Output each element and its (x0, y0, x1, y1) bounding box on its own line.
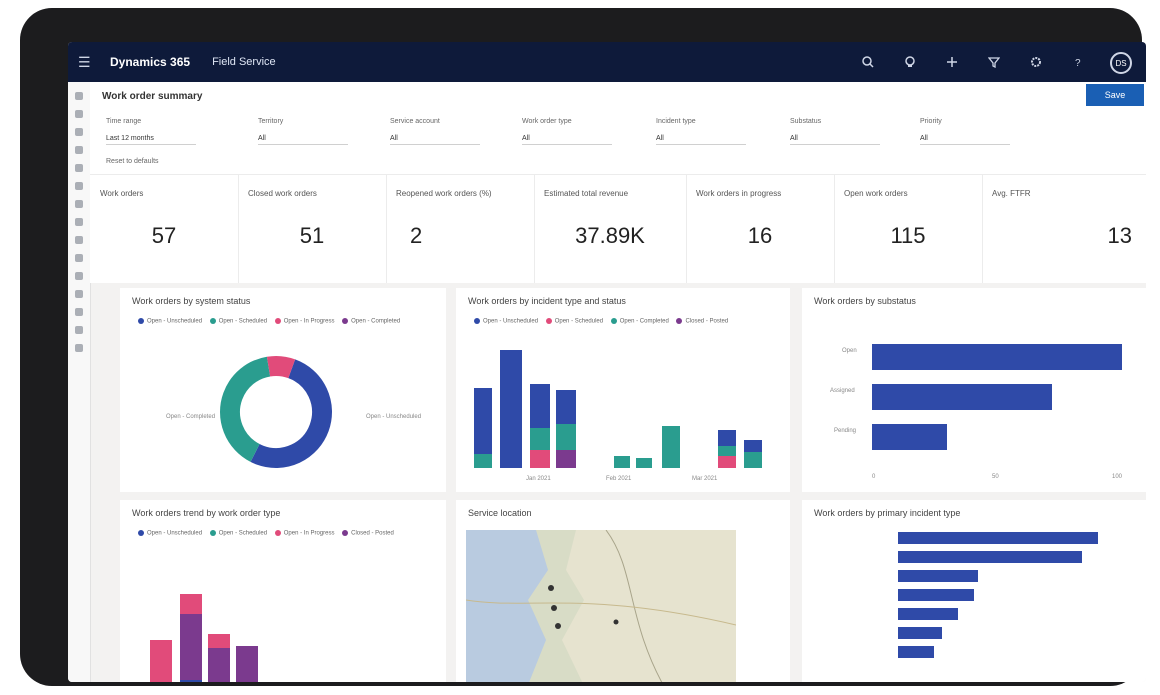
nav-reports-icon[interactable] (75, 308, 83, 316)
search-icon[interactable] (858, 52, 878, 72)
incident-bar[interactable] (898, 532, 1098, 544)
substatus-bar[interactable] (872, 424, 947, 450)
incident-horizontal-bar-chart (898, 532, 1118, 682)
x-tick: Feb 2021 (606, 476, 632, 482)
filter-work-order-type[interactable]: Work order type All (522, 118, 612, 145)
reset-filters-link[interactable]: Reset to defaults (106, 158, 159, 165)
nav-work-orders-icon[interactable] (75, 164, 83, 172)
x-tick: 100 (1112, 474, 1123, 480)
card-title: Service location (468, 508, 532, 518)
kpi-card[interactable]: Work orders 57 (90, 175, 239, 283)
stacked-column-chart (474, 350, 762, 468)
kpi-card[interactable]: Open work orders 115 (834, 175, 983, 283)
bar-label: Pending (834, 428, 857, 434)
kpi-card[interactable]: Reopened work orders (%) 2 (386, 175, 535, 283)
plus-icon[interactable] (942, 52, 962, 72)
waffle-menu-icon[interactable]: ☰ (78, 54, 96, 71)
page-title: Work order summary (102, 90, 203, 102)
incident-bar[interactable] (898, 646, 934, 658)
chart-legend: Open - Unscheduled Open - Scheduled Open… (132, 318, 400, 325)
nav-resources-icon[interactable] (75, 290, 83, 298)
filter-icon[interactable] (984, 52, 1004, 72)
donut-label-right: Open - Unscheduled (366, 414, 422, 420)
chart-legend: Open - Unscheduled Open - Scheduled Open… (468, 318, 728, 325)
lightbulb-icon[interactable] (900, 52, 920, 72)
card-title: Work orders by substatus (814, 296, 916, 306)
filter-service-account[interactable]: Service account All (390, 118, 480, 145)
nav-inventory-icon[interactable] (75, 272, 83, 280)
bar-label: Assigned (830, 388, 855, 394)
nav-agreements-icon[interactable] (75, 254, 83, 262)
nav-customers-icon[interactable] (75, 218, 83, 226)
card-title: Work orders trend by work order type (132, 508, 281, 518)
kpi-card[interactable]: Estimated total revenue 37.89K (534, 175, 687, 283)
kpi-row: Work orders 57 Closed work orders 51 Reope… (90, 174, 1146, 283)
nav-settings-icon[interactable] (75, 326, 83, 334)
tablet-frame: ☰ Dynamics 365 Field Service ? DS Work o… (20, 8, 1146, 686)
incident-bar[interactable] (898, 551, 1082, 563)
chart-legend: Open - Unscheduled Open - Scheduled Open… (132, 530, 394, 537)
x-tick: Jan 2021 (526, 476, 551, 482)
brand-label[interactable]: Dynamics 365 (110, 55, 190, 69)
bar-label: Open (842, 348, 857, 354)
gear-icon[interactable] (1026, 52, 1046, 72)
filter-substatus[interactable]: Substatus All (790, 118, 880, 145)
substatus-bar[interactable] (872, 384, 1052, 410)
filter-time-range[interactable]: Time range Last 12 months (106, 118, 196, 145)
card-title: Work orders by incident type and status (468, 296, 626, 306)
filter-incident-type[interactable]: Incident type All (656, 118, 746, 145)
stacked-column-card[interactable]: Work orders by incident type and status … (456, 288, 790, 492)
left-navigation (68, 82, 91, 682)
x-tick: Mar 2021 (692, 476, 718, 482)
avatar[interactable]: DS (1110, 52, 1132, 74)
app-name[interactable]: Field Service (212, 56, 276, 68)
app-screen: ☰ Dynamics 365 Field Service ? DS Work o… (68, 42, 1146, 682)
kpi-card[interactable]: Avg. FTFR 13 (982, 175, 1146, 283)
substatus-bar[interactable] (872, 344, 1122, 370)
nav-more-icon[interactable] (75, 344, 83, 352)
map-card[interactable]: Service location (456, 500, 790, 682)
trend-chart-card[interactable]: Work orders trend by work order type Ope… (120, 500, 446, 682)
kpi-card[interactable]: Work orders in progress 16 (686, 175, 835, 283)
page-header: Work order summary Save (90, 82, 1146, 111)
save-button[interactable]: Save (1086, 84, 1144, 106)
donut-label-left: Open - Completed (166, 414, 216, 420)
nav-schedule-icon[interactable] (75, 200, 83, 208)
incident-bar[interactable] (898, 570, 978, 582)
donut-chart (220, 356, 332, 468)
kpi-card[interactable]: Closed work orders 51 (238, 175, 387, 283)
card-title: Work orders by primary incident type (814, 508, 961, 518)
horizontal-bar-chart (872, 338, 1126, 468)
nav-recent-icon[interactable] (75, 110, 83, 118)
donut-chart-card[interactable]: Work orders by system status Open - Unsc… (120, 288, 446, 492)
x-tick: 0 (872, 474, 876, 480)
incident-type-bar-card[interactable]: Work orders by primary incident type (802, 500, 1146, 682)
help-icon[interactable]: ? (1068, 52, 1088, 72)
nav-assets-icon[interactable] (75, 236, 83, 244)
top-navigation-bar: ☰ Dynamics 365 Field Service ? DS (68, 42, 1146, 82)
incident-bar[interactable] (898, 627, 942, 639)
main-content: Work order summary Save Time range Last 1… (90, 82, 1146, 682)
incident-bar[interactable] (898, 589, 974, 601)
substatus-bar-card[interactable]: Work orders by substatus Open Assigned P… (802, 288, 1146, 492)
nav-dashboards-icon[interactable] (75, 146, 83, 154)
nav-pinned-icon[interactable] (75, 128, 83, 136)
stacked-trend-chart (150, 594, 258, 682)
card-title: Work orders by system status (132, 296, 251, 306)
column-group (474, 350, 762, 468)
nav-home-icon[interactable] (75, 92, 83, 100)
service-location-map[interactable] (466, 530, 736, 682)
x-tick: 50 (992, 474, 999, 480)
filter-territory[interactable]: Territory All (258, 118, 348, 145)
svg-text:?: ? (1075, 58, 1081, 68)
nav-bookings-icon[interactable] (75, 182, 83, 190)
filter-priority[interactable]: Priority All (920, 118, 1010, 145)
incident-bar[interactable] (898, 608, 958, 620)
filter-bar: Time range Last 12 months Territory All Se… (90, 110, 1146, 174)
